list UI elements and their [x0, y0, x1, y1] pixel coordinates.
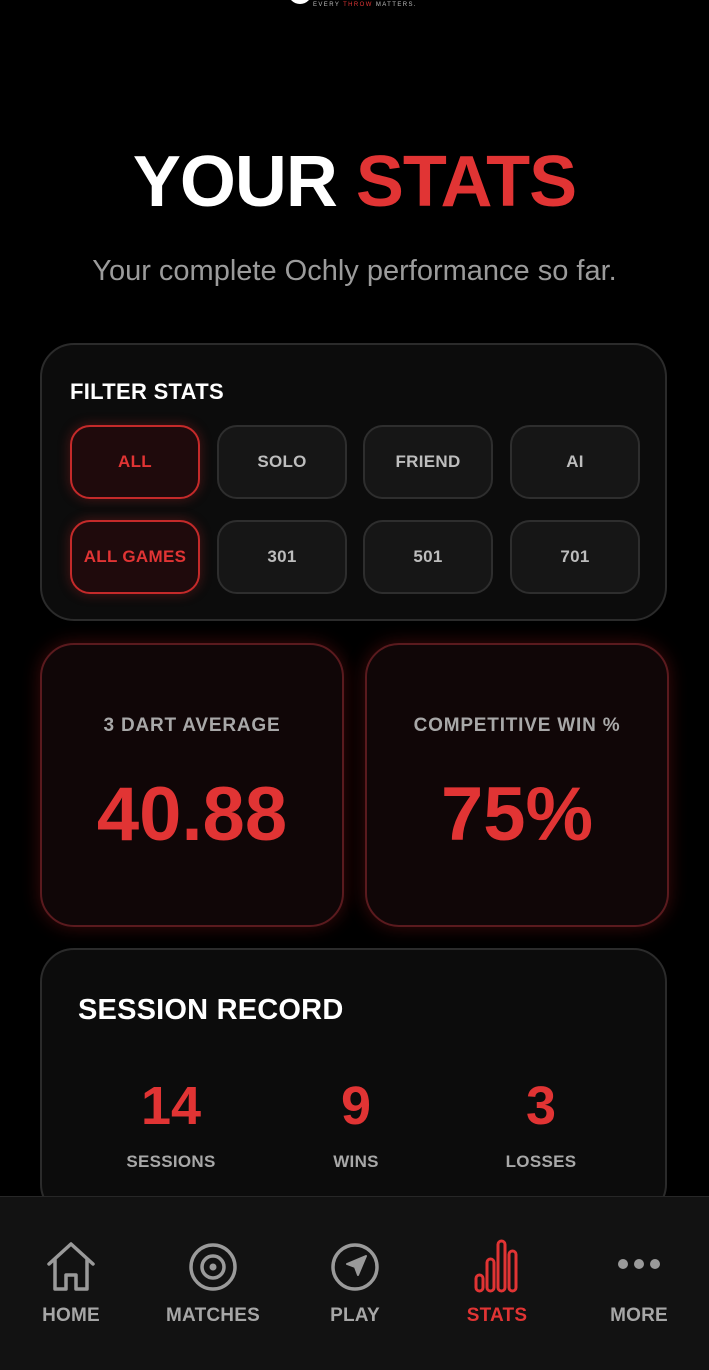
stat-wins-value: 9	[340, 1076, 372, 1136]
target-icon	[189, 1243, 237, 1291]
competitive-win-value: 75%	[440, 772, 594, 857]
filter-game-all[interactable]: ALL GAMES	[70, 520, 200, 594]
nav-label-home: HOME	[42, 1305, 100, 1326]
competitive-win-label: COMPETITIVE WIN %	[413, 715, 621, 736]
nav-item-matches[interactable]: MATCHES	[142, 1197, 284, 1370]
nav-label-more: MORE	[610, 1305, 668, 1326]
nav-item-stats[interactable]: STATS	[426, 1197, 568, 1370]
bar-chart-icon	[474, 1239, 518, 1293]
filter-stats-card: FILTER STATS ALL SOLO FRIEND AI ALL GAME…	[40, 343, 667, 621]
stat-wins: 9 WINS	[256, 1076, 456, 1172]
nav-label-matches: MATCHES	[166, 1305, 260, 1326]
filter-game-301[interactable]: 301	[217, 520, 347, 594]
navigation-arrow-icon	[331, 1243, 379, 1291]
page-title: YOUR STATS	[0, 140, 709, 224]
stat-sessions-label: SESSIONS	[126, 1152, 216, 1171]
page-title-part2: STATS	[355, 142, 577, 222]
page-title-part1: YOUR	[132, 142, 338, 222]
competitive-win-card: COMPETITIVE WIN % 75%	[365, 643, 669, 927]
nav-label-play: PLAY	[330, 1305, 380, 1326]
stat-sessions: 14 SESSIONS	[71, 1076, 271, 1172]
nav-label-stats: STATS	[466, 1305, 528, 1326]
three-dart-average-value: 40.88	[96, 772, 288, 857]
filter-mode-all[interactable]: ALL	[70, 425, 200, 499]
stat-sessions-value: 14	[140, 1076, 202, 1136]
filter-mode-solo[interactable]: SOLO	[217, 425, 347, 499]
filter-stats-title: FILTER STATS	[70, 379, 224, 404]
stat-losses-label: LOSSES	[505, 1152, 577, 1171]
session-record-title: SESSION RECORD	[78, 994, 344, 1026]
bottom-nav: HOME MATCHES PLAY STATS MORE	[0, 1196, 709, 1370]
nav-item-more[interactable]: MORE	[568, 1197, 709, 1370]
nav-item-home[interactable]: HOME	[0, 1197, 142, 1370]
three-dart-average-card: 3 DART AVERAGE 40.88	[40, 643, 344, 927]
filter-game-701[interactable]: 701	[510, 520, 640, 594]
more-dots-icon	[618, 1259, 660, 1269]
stat-wins-label: WINS	[333, 1152, 379, 1171]
app-screen: EVERY THROW MATTERS. YOUR STATS Your com…	[0, 0, 709, 1370]
brand-logo-icon	[288, 0, 312, 4]
page-subtitle: Your complete Ochly performance so far.	[92, 255, 617, 287]
brand-header: EVERY THROW MATTERS.	[0, 0, 709, 14]
three-dart-average-label: 3 DART AVERAGE	[103, 715, 281, 736]
nav-item-play[interactable]: PLAY	[284, 1197, 426, 1370]
stat-losses: 3 LOSSES	[441, 1076, 641, 1172]
brand-tagline: EVERY THROW MATTERS.	[313, 2, 417, 8]
stat-losses-value: 3	[525, 1076, 557, 1136]
home-icon	[47, 1242, 95, 1291]
filter-game-501[interactable]: 501	[363, 520, 493, 594]
filter-mode-friend[interactable]: FRIEND	[363, 425, 493, 499]
session-record-card: SESSION RECORD 14 SESSIONS 9 WINS 3 LOSS…	[40, 948, 667, 1218]
filter-mode-ai[interactable]: AI	[510, 425, 640, 499]
